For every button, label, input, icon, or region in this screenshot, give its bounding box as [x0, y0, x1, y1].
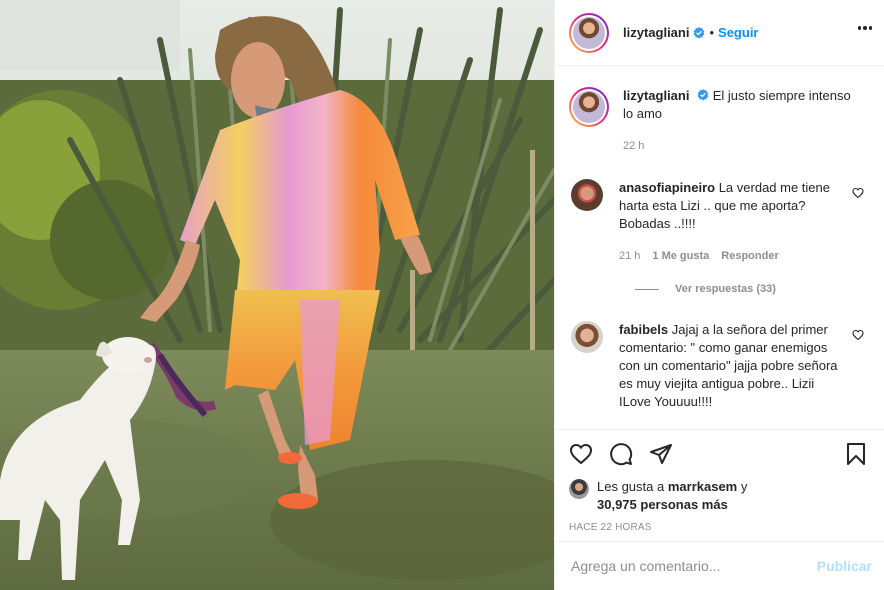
comment-avatar[interactable]: [571, 321, 603, 353]
comment-composer: Publicar: [555, 541, 884, 590]
verified-badge-icon: [697, 89, 709, 101]
comment-username[interactable]: anasofiapineiro: [619, 180, 715, 195]
view-replies-button[interactable]: Ver respuestas (33): [635, 283, 868, 295]
post-actions-area: Les gusta a marrkasem y 30,975 personas …: [555, 429, 884, 541]
liker-avatar[interactable]: [569, 479, 589, 499]
likes-summary[interactable]: Les gusta a marrkasem y 30,975 personas …: [569, 478, 868, 514]
view-replies-label: Ver respuestas (33): [675, 283, 776, 295]
caption-username[interactable]: lizytagliani: [623, 88, 689, 103]
liker-username[interactable]: marrkasem: [668, 479, 737, 494]
like-comment-heart-icon[interactable]: [852, 329, 864, 341]
like-heart-icon[interactable]: [569, 442, 593, 466]
share-paper-plane-icon[interactable]: [649, 442, 673, 466]
comment-likes[interactable]: 1 Me gusta: [652, 247, 709, 265]
caption: lizytagliani El justo siempre intenso lo…: [569, 87, 868, 155]
photo-scene: [0, 0, 554, 590]
action-bar: [569, 440, 868, 468]
caption-avatar[interactable]: [569, 87, 609, 127]
likes-conj: y: [740, 479, 748, 494]
comment-item: anasofiapineiro La verdad me tiene harta…: [569, 179, 868, 265]
caption-time[interactable]: 22 h: [623, 137, 644, 155]
save-bookmark-icon[interactable]: [844, 442, 868, 466]
follow-button[interactable]: Seguir: [718, 25, 758, 40]
separator-dot: •: [709, 25, 715, 40]
publish-button[interactable]: Publicar: [817, 558, 872, 574]
comment-time[interactable]: 21 h: [619, 247, 640, 265]
author-avatar[interactable]: [569, 12, 609, 53]
verified-badge-icon: [694, 26, 705, 39]
comments-list[interactable]: lizytagliani El justo siempre intenso lo…: [555, 67, 884, 429]
comment-avatar[interactable]: [571, 179, 603, 211]
likes-prefix: Les gusta a: [597, 479, 665, 494]
comment-username[interactable]: fabibels: [619, 322, 668, 337]
comment-item: fabibels Jajaj a la señora del primer co…: [569, 321, 868, 411]
reply-button[interactable]: Responder: [721, 247, 778, 265]
comment-bubble-icon[interactable]: [609, 442, 633, 466]
likes-count[interactable]: 30,975 personas más: [597, 497, 728, 512]
more-options-icon[interactable]: [857, 26, 872, 30]
post-side-panel: lizytagliani • Seguir lizytagliani El ju…: [554, 0, 884, 590]
comment-input[interactable]: [571, 558, 817, 574]
post-timeago[interactable]: HACE 22 HORAS: [569, 522, 868, 533]
author-username[interactable]: lizytagliani: [623, 25, 689, 40]
like-comment-heart-icon[interactable]: [852, 187, 864, 199]
post-header: lizytagliani • Seguir: [555, 0, 884, 66]
post-photo[interactable]: [0, 0, 554, 590]
